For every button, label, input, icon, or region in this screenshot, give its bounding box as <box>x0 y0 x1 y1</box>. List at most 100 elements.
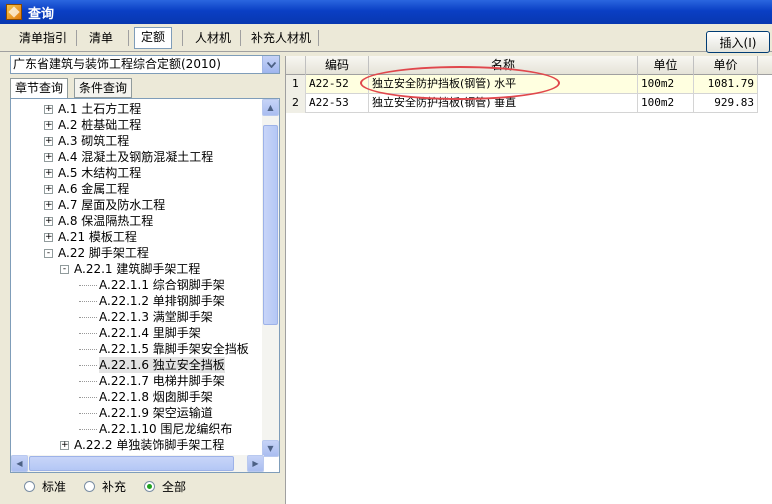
tree-item-label: A.2 桩基础工程 <box>58 118 142 132</box>
scroll-thumb[interactable] <box>29 456 234 471</box>
tree-item-label: A.22.1.2 单排钢脚手架 <box>99 294 225 308</box>
radio-circle[interactable] <box>24 480 35 492</box>
radio-label: 全部 <box>162 479 187 494</box>
radio-circle[interactable] <box>84 480 96 492</box>
tree-item[interactable]: A.22.1.2 单排钢脚手架 <box>79 293 225 309</box>
tree-item[interactable]: A.22.1.5 靠脚手架安全挡板 <box>79 341 249 357</box>
chevron-down-icon[interactable] <box>262 56 279 73</box>
radio-label: 标准 <box>42 479 67 494</box>
cell-num: 2 <box>286 94 306 113</box>
collapse-icon[interactable]: - <box>60 264 69 274</box>
scroll-left-icon[interactable]: ◀ <box>11 455 28 472</box>
tree-item[interactable]: + A.8 保温隔热工程 <box>44 213 153 229</box>
tree-item-label: A.22.1.9 架空运输道 <box>99 406 213 420</box>
tree-item[interactable]: + A.5 木结构工程 <box>44 165 141 181</box>
tab-extra-labor-material[interactable]: 补充人材机 <box>244 28 318 48</box>
tab-labor-material[interactable]: 人材机 <box>188 28 238 48</box>
tree-item-label: A.22.1 建筑脚手架工程 <box>74 262 201 276</box>
scroll-thumb[interactable] <box>263 125 278 325</box>
expand-icon[interactable]: + <box>44 136 53 146</box>
tab-separator <box>318 30 319 46</box>
column-header-name[interactable]: 名称 <box>369 56 638 75</box>
tree-item[interactable]: + A.21 模板工程 <box>44 229 137 245</box>
table-row[interactable]: 2 A22-53 独立安全防护挡板(钢管) 垂直 100m2 929.83 <box>286 94 758 113</box>
tab-chapter-search[interactable]: 章节查询 <box>10 78 69 99</box>
tree-vertical-scrollbar[interactable]: ▲ ▼ <box>262 99 279 457</box>
tree-item-label: A.3 砌筑工程 <box>58 134 130 148</box>
search-tabs: 章节查询 条件查询 <box>10 78 282 99</box>
column-header-code[interactable]: 编码 <box>306 56 369 75</box>
expand-icon[interactable]: + <box>44 104 53 114</box>
tree-item[interactable]: A.22.1.9 架空运输道 <box>79 405 213 421</box>
tree-connector <box>79 316 97 318</box>
tree-connector <box>79 412 97 414</box>
tree-item[interactable]: A.22.1.8 烟囱脚手架 <box>79 389 213 405</box>
tree-item[interactable]: + A.4 混凝土及钢筋混凝土工程 <box>44 149 213 165</box>
radio-supplement[interactable]: 补充 <box>84 478 126 495</box>
radio-standard[interactable]: 标准 <box>24 478 66 495</box>
tab-separator <box>76 30 77 46</box>
cell-name: 独立安全防护挡板(钢管) 垂直 <box>369 94 638 113</box>
main-tab-bar: 清单指引 清单 定额 人材机 补充人材机 <box>0 24 772 52</box>
expand-icon[interactable]: + <box>44 120 53 130</box>
tab-quota[interactable]: 定额 <box>134 27 173 49</box>
tree-item[interactable]: + A.7 屋面及防水工程 <box>44 197 165 213</box>
chapter-tree: + A.1 土石方工程 + A.2 桩基础工程 + A.3 砌筑工程 + A.4 混凝土及钢筋… <box>10 98 280 473</box>
expand-icon[interactable]: + <box>44 184 53 194</box>
expand-icon[interactable]: + <box>44 216 53 226</box>
tree-item[interactable]: - A.22.1 建筑脚手架工程 <box>60 261 200 277</box>
tree-item[interactable]: A.22.1.1 综合钢脚手架 <box>79 277 225 293</box>
radio-label: 补充 <box>102 479 127 494</box>
cell-unit: 100m2 <box>638 94 694 113</box>
tree-item-label: A.8 保温隔热工程 <box>58 214 154 228</box>
tree-item-label: A.22.1.5 靠脚手架安全挡板 <box>99 342 249 356</box>
table-row[interactable]: 1 A22-52 独立安全防护挡板(钢管) 水平 100m2 1081.79 <box>286 75 758 94</box>
tree-item-label: A.22.1.4 里脚手架 <box>99 326 201 340</box>
tree-item[interactable]: A.22.1.4 里脚手架 <box>79 325 201 341</box>
radio-all[interactable]: 全部 <box>144 478 186 495</box>
tree-item[interactable]: A.22.1.3 满堂脚手架 <box>79 309 213 325</box>
tree-item-label: A.22.1.6 独立安全挡板 <box>99 357 225 373</box>
tree-item[interactable]: + A.2 桩基础工程 <box>44 117 141 133</box>
expand-icon[interactable]: + <box>44 168 53 178</box>
collapse-icon[interactable]: - <box>44 248 53 258</box>
tree-item-label: A.22.1.8 烟囱脚手架 <box>99 390 213 404</box>
tree-item-label: A.5 木结构工程 <box>58 166 142 180</box>
tab-condition-search[interactable]: 条件查询 <box>74 78 133 98</box>
quota-library-value: 广东省建筑与装饰工程综合定额(2010) <box>13 57 221 71</box>
tree-item[interactable]: A.22.1.10 围尼龙编织布 <box>79 421 232 437</box>
tree-item[interactable]: + A.22.2 单独装饰脚手架工程 <box>60 437 224 453</box>
column-header-rownum <box>286 56 306 75</box>
scroll-up-icon[interactable]: ▲ <box>262 99 279 116</box>
cell-code: A22-52 <box>306 75 369 94</box>
tree-item-label: A.6 金属工程 <box>58 182 130 196</box>
grid-header: 编码 名称 单位 单价 <box>286 56 772 75</box>
expand-icon[interactable]: + <box>44 200 53 210</box>
tree-item-label: A.22.1.3 满堂脚手架 <box>99 310 213 324</box>
tree-horizontal-scrollbar[interactable]: ◀ ▶ <box>11 455 264 472</box>
scroll-right-icon[interactable]: ▶ <box>247 455 264 472</box>
filter-radio-group: 标准 补充 全部 <box>24 478 204 494</box>
tree-item[interactable]: - A.22 脚手架工程 <box>44 245 149 261</box>
tree-item[interactable]: + A.3 砌筑工程 <box>44 133 129 149</box>
expand-icon[interactable]: + <box>60 440 69 450</box>
insert-button[interactable]: 插入(I) <box>706 31 770 53</box>
cell-code: A22-53 <box>306 94 369 113</box>
quota-library-select[interactable]: 广东省建筑与装饰工程综合定额(2010) <box>10 55 280 74</box>
tree-item-label: A.22 脚手架工程 <box>58 246 149 260</box>
cell-name: 独立安全防护挡板(钢管) 水平 <box>369 75 638 94</box>
title-bar: 查询 <box>0 0 772 24</box>
column-header-unit[interactable]: 单位 <box>638 56 694 75</box>
tab-bill[interactable]: 清单 <box>82 28 120 48</box>
column-header-price[interactable]: 单价 <box>694 56 758 75</box>
radio-circle[interactable] <box>144 480 156 492</box>
scroll-down-icon[interactable]: ▼ <box>262 440 279 457</box>
tree-connector <box>79 348 97 350</box>
expand-icon[interactable]: + <box>44 232 53 242</box>
tree-item[interactable]: A.22.1.6 独立安全挡板 <box>79 357 225 373</box>
tree-item[interactable]: + A.1 土石方工程 <box>44 101 141 117</box>
tree-item[interactable]: + A.6 金属工程 <box>44 181 129 197</box>
tab-bill-guide[interactable]: 清单指引 <box>12 28 74 48</box>
tree-item[interactable]: A.22.1.7 电梯井脚手架 <box>79 373 225 389</box>
expand-icon[interactable]: + <box>44 152 53 162</box>
